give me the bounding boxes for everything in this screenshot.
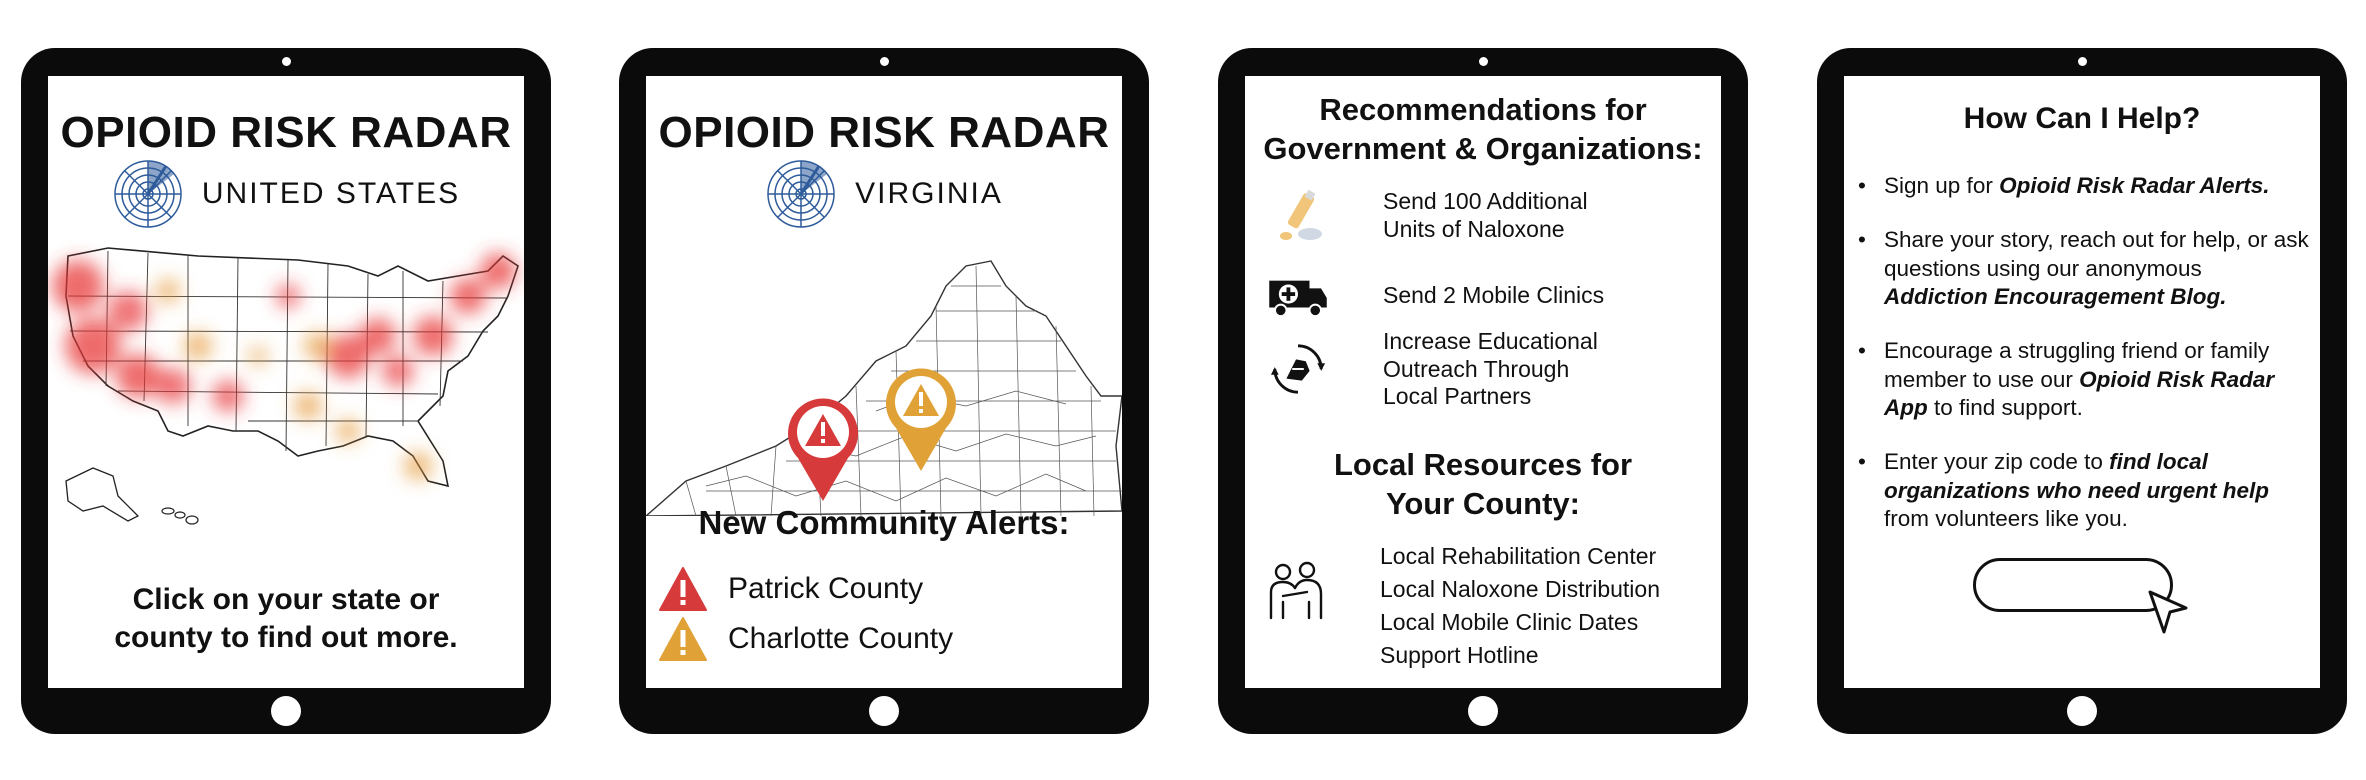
text-line: Local Partners <box>1383 383 1532 410</box>
us-heat-map[interactable] <box>48 236 524 566</box>
app-title: OPIOID RISK RADAR <box>60 108 512 157</box>
resource-item[interactable]: Support Hotline <box>1380 639 1660 672</box>
region-label: VIRGINIA <box>855 177 1003 210</box>
recommendation-text: Increase Educational Outreach Through Lo… <box>1383 328 1598 411</box>
naloxone-icon <box>1280 189 1322 240</box>
help-list: Sign up for Opioid Risk Radar Alerts. Sh… <box>1854 172 2310 559</box>
tablet-recommendations: Recommendations for Government & Organiz… <box>1218 48 1748 734</box>
title-line: Local Resources for <box>1333 447 1633 482</box>
home-button[interactable] <box>271 696 301 726</box>
warning-triangle-icon <box>659 617 707 661</box>
alerts-title: New Community Alerts: <box>698 504 1070 541</box>
help-item: Share your story, reach out for help, or… <box>1854 226 2310 311</box>
help-text: from volunteers like you. <box>1884 506 2128 532</box>
alert-county-label: Patrick County <box>728 572 924 605</box>
home-button[interactable] <box>1468 696 1498 726</box>
camera-dot <box>880 57 889 66</box>
region-label: UNITED STATES <box>201 177 461 210</box>
app-title: OPIOID RISK RADAR <box>658 108 1110 157</box>
ambulance-icon <box>1269 280 1327 318</box>
camera-dot <box>282 57 291 66</box>
tablet-screen: How Can I Help? Sign up for Opioid Risk … <box>1844 76 2320 688</box>
help-text: Sign up for <box>1884 173 2000 198</box>
radar-icon <box>114 160 182 228</box>
title-line: Government & Organizations: <box>1263 130 1703 166</box>
recommendation-item: Increase Educational Outreach Through Lo… <box>1263 328 1703 411</box>
cursor-pointer-icon <box>2148 590 2188 634</box>
recommendations-title: Recommendations for Government & Organiz… <box>1245 91 1721 169</box>
help-item: Encourage a struggling friend or family … <box>1854 337 2310 422</box>
help-text: Share your story, reach out for help, or… <box>1884 227 2309 281</box>
alaska-outline <box>65 467 140 522</box>
warning-triangle-icon <box>659 567 707 611</box>
title-line: Your County: <box>1385 485 1580 521</box>
help-item: Enter your zip code to find local organi… <box>1854 448 2310 533</box>
help-text: Enter your zip code to <box>1884 449 2110 475</box>
alert-county-label: Charlotte County <box>728 622 954 655</box>
tablet-screen: Recommendations for Government & Organiz… <box>1245 76 1721 688</box>
resource-item[interactable]: Local Naloxone Distribution <box>1380 573 1660 606</box>
zip-code-input[interactable] <box>1973 558 2173 612</box>
radar-icon <box>767 160 835 228</box>
virginia-county-map[interactable] <box>646 246 1122 516</box>
resource-item[interactable]: Local Mobile Clinic Dates <box>1380 606 1660 639</box>
alerts-link[interactable]: Opioid Risk Radar Alerts. <box>1999 173 2269 198</box>
map-instructions: Click on your state or county to find ou… <box>48 581 524 656</box>
title-line: Recommendations for <box>1319 92 1647 127</box>
home-button[interactable] <box>869 696 899 726</box>
help-title: How Can I Help? <box>1963 102 2201 135</box>
region-header: VIRGINIA <box>646 158 1122 230</box>
recommendation-item: Send 2 Mobile Clinics <box>1263 266 1703 326</box>
tablet-screen: OPIOID RISK RADAR UNITED STATES Click on… <box>48 76 524 688</box>
alert-item[interactable]: Charlotte County <box>658 616 953 662</box>
hawaii-outline <box>161 507 199 525</box>
text-line: Send 2 Mobile Clinics <box>1383 282 1605 309</box>
camera-dot <box>1479 57 1488 66</box>
support-people-icon <box>1269 561 1323 620</box>
outreach-icon <box>1270 344 1326 395</box>
recommendation-item: Send 100 Additional Units of Naloxone <box>1263 186 1703 246</box>
cta-line: Click on your state or <box>132 583 440 616</box>
camera-dot <box>2078 57 2087 66</box>
home-button[interactable] <box>2067 696 2097 726</box>
tablet-screen: OPIOID RISK RADAR VIRGINIA New Community… <box>646 76 1122 688</box>
resources-title: Local Resources for Your County: <box>1245 446 1721 524</box>
resource-item[interactable]: Local Rehabilitation Center <box>1380 540 1660 573</box>
text-line: Outreach Through <box>1383 355 1570 382</box>
text-line: Units of Naloxone <box>1383 216 1565 242</box>
help-text: to find support. <box>1927 395 2083 421</box>
blog-link[interactable]: Addiction Encouragement Blog. <box>1884 284 2227 309</box>
resources-list: Local Rehabilitation Center Local Naloxo… <box>1380 540 1660 672</box>
text-line: Increase Educational <box>1383 328 1598 354</box>
tablet-how-to-help: How Can I Help? Sign up for Opioid Risk … <box>1817 48 2347 734</box>
cta-line: county to find out more. <box>114 620 458 654</box>
help-item: Sign up for Opioid Risk Radar Alerts. <box>1854 172 2310 201</box>
region-header: UNITED STATES <box>48 158 524 230</box>
virginia-outline <box>646 260 1122 516</box>
recommendation-text: Send 100 Additional Units of Naloxone <box>1383 188 1588 243</box>
tablet-us-overview: OPIOID RISK RADAR UNITED STATES Click on… <box>21 48 551 734</box>
tablet-virginia-alerts: OPIOID RISK RADAR VIRGINIA New Community… <box>619 48 1149 734</box>
recommendation-text: Send 2 Mobile Clinics <box>1383 282 1604 310</box>
text-line: Send 100 Additional <box>1383 188 1588 215</box>
alert-item[interactable]: Patrick County <box>658 566 923 612</box>
